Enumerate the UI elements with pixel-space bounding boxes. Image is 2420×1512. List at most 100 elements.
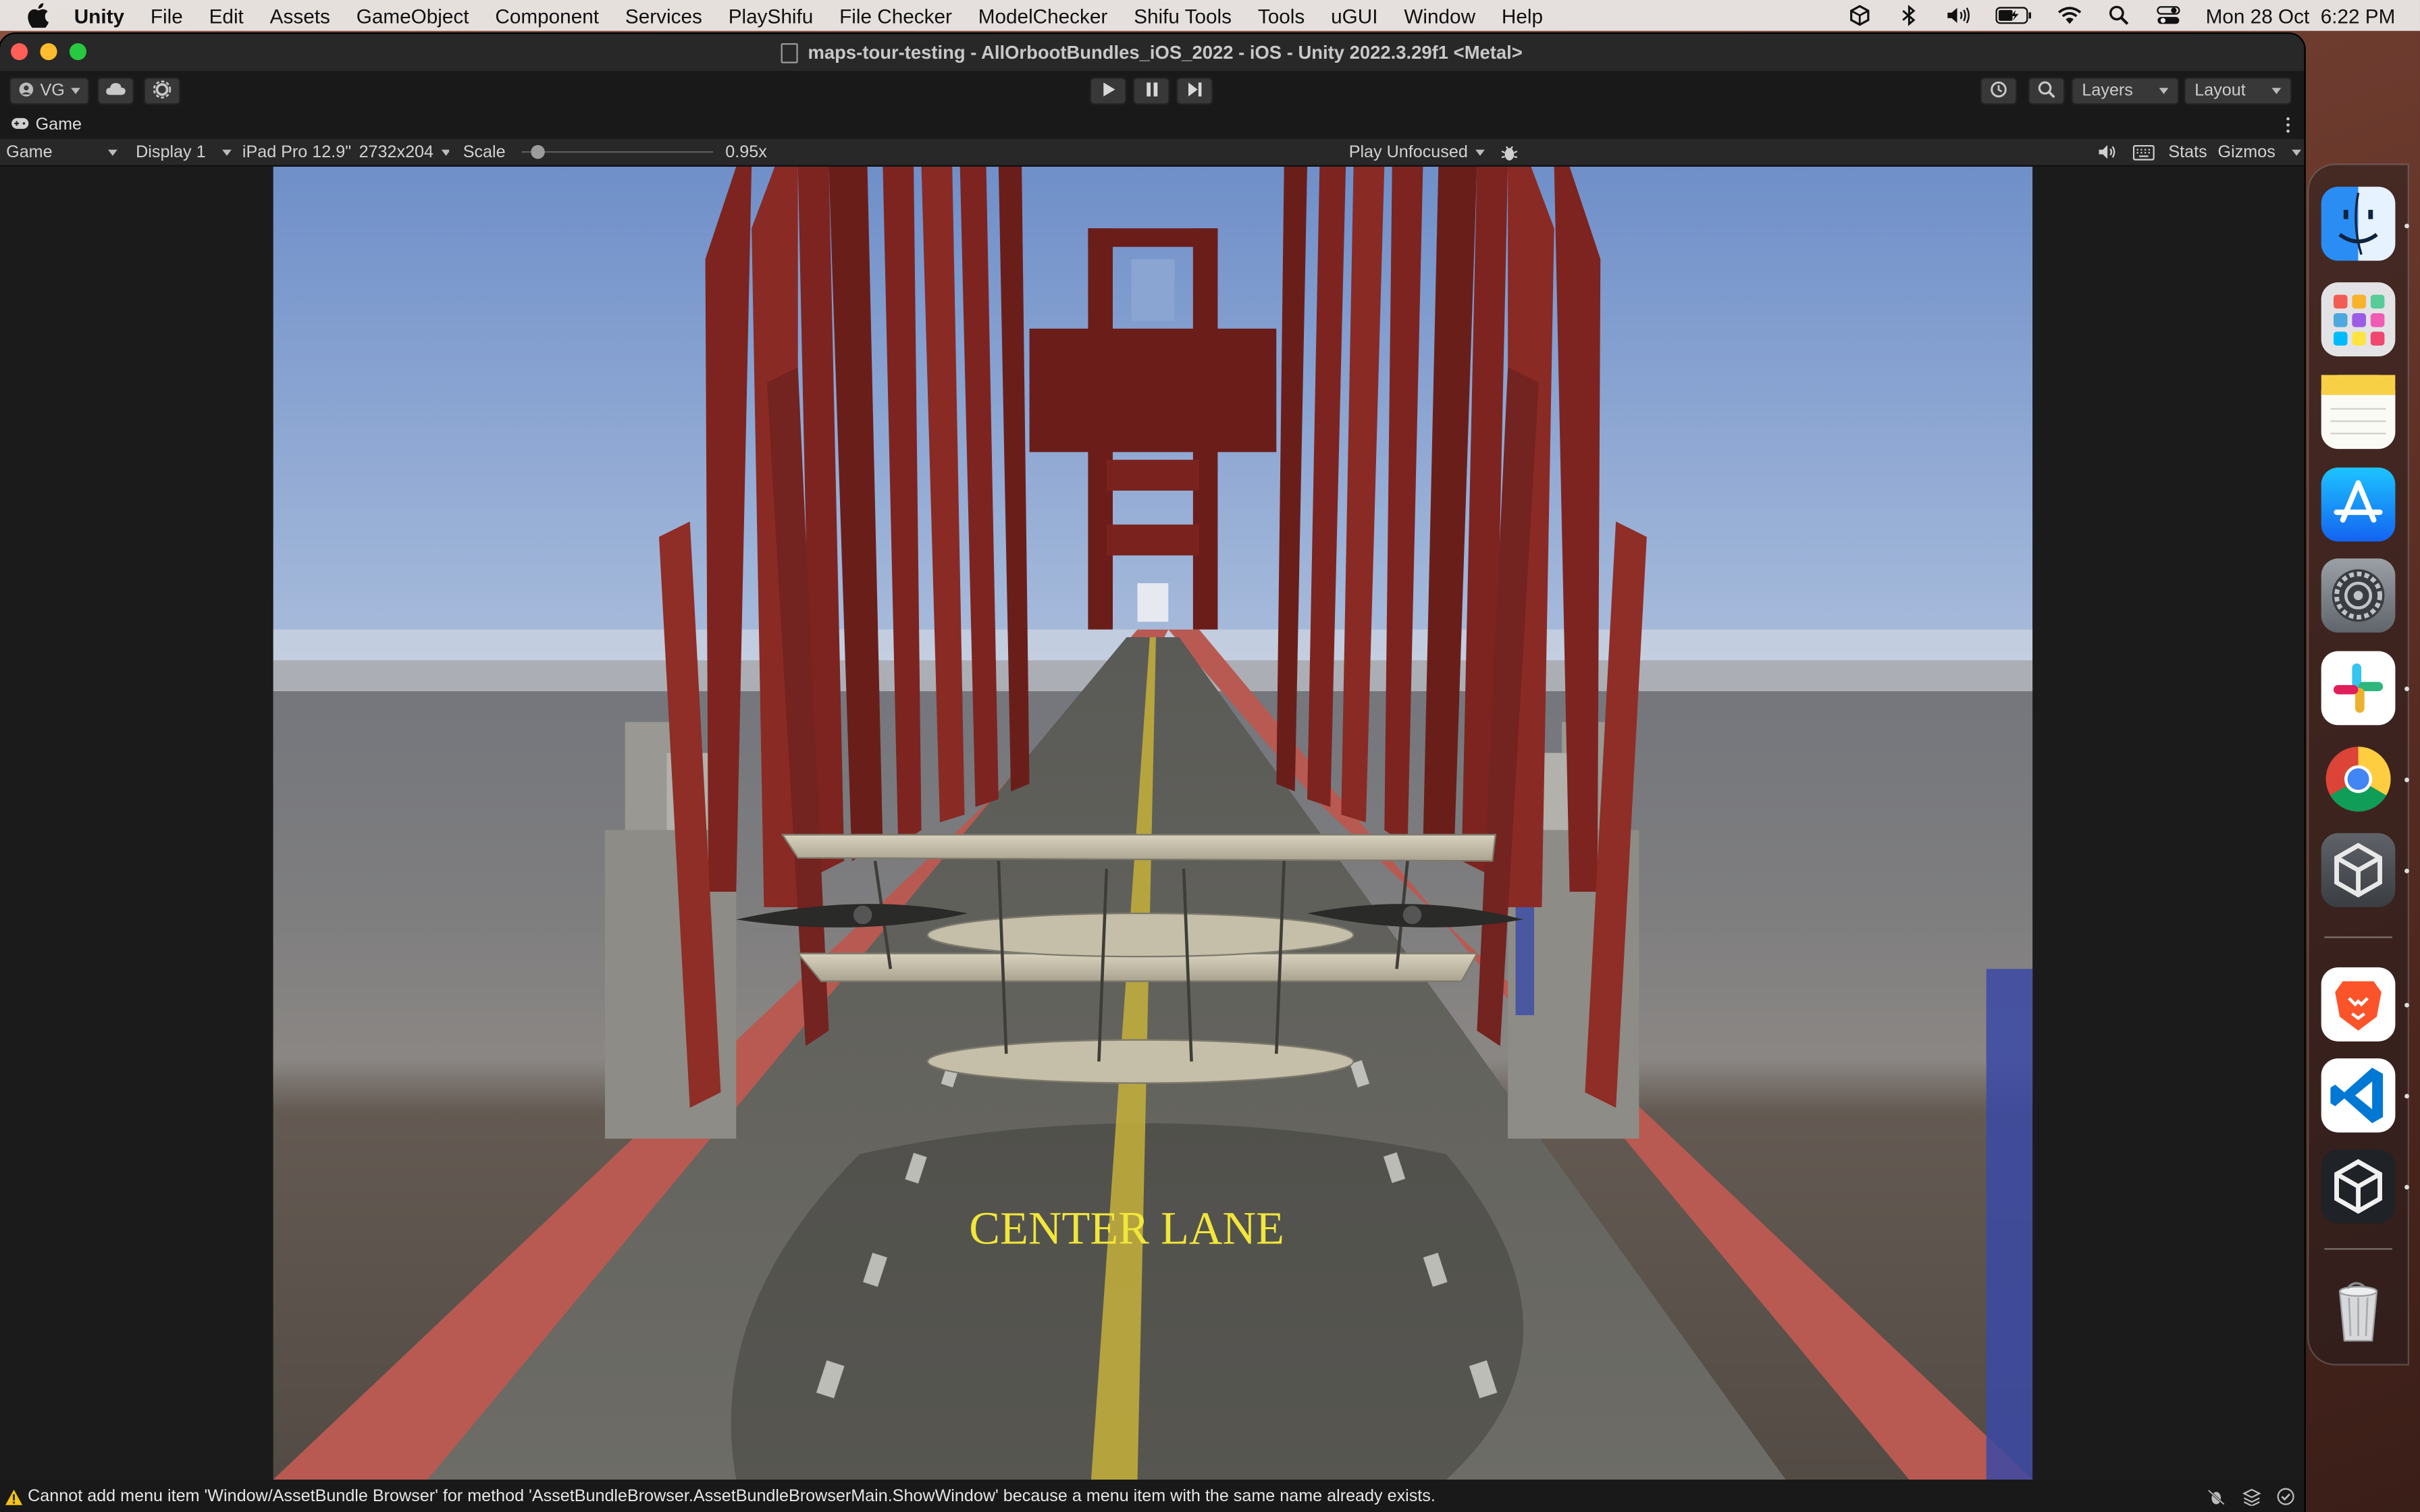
view-mode-label: Game <box>6 142 53 161</box>
mac-dock <box>2307 163 2409 1366</box>
resolution-dropdown[interactable]: iPad Pro 12.9" 2732x204 <box>242 139 450 165</box>
bridge-scene-image: CENTER LANE <box>273 166 2033 1480</box>
unity-editor-window: maps-tour-testing - AllOrbootBundles_iOS… <box>0 34 2305 1512</box>
progress-stack-icon[interactable] <box>2242 1487 2261 1510</box>
minimize-window-button[interactable] <box>40 43 57 61</box>
account-avatar-icon <box>19 81 34 101</box>
gizmos-label: Gizmos <box>2217 142 2276 161</box>
stats-toggle[interactable]: Stats <box>2168 139 2207 165</box>
tab-options-kebab-icon[interactable] <box>2286 115 2290 134</box>
menubar-clock[interactable]: Mon 28 Oct 6:22 PM <box>2206 4 2396 27</box>
menu-file-checker[interactable]: File Checker <box>839 4 952 27</box>
game-view-viewport[interactable]: CENTER LANE <box>0 166 2305 1480</box>
collab-settings-button[interactable] <box>143 77 181 105</box>
step-icon <box>1187 81 1203 101</box>
volume-icon[interactable] <box>1947 5 1972 26</box>
menu-ugui[interactable]: uGUI <box>1331 4 1377 27</box>
control-center-icon[interactable] <box>2156 5 2181 26</box>
zoom-window-button[interactable] <box>69 43 86 61</box>
play-button[interactable] <box>1089 77 1127 105</box>
pause-button[interactable] <box>1132 77 1170 105</box>
history-icon <box>1989 80 2007 103</box>
gamepad-icon <box>11 115 29 134</box>
wifi-icon[interactable] <box>2057 5 2082 26</box>
menu-app-unity[interactable]: Unity <box>74 4 124 27</box>
account-dropdown[interactable]: VG <box>9 77 90 105</box>
tab-game-label: Game <box>35 115 82 134</box>
layers-label: Layers <box>2082 82 2133 101</box>
menu-component[interactable]: Component <box>495 4 599 27</box>
view-mode-dropdown[interactable]: Game <box>6 139 117 165</box>
window-title-bar: maps-tour-testing - AllOrbootBundles_iOS… <box>0 34 2305 72</box>
running-indicator <box>2404 686 2409 691</box>
system-settings-icon[interactable] <box>2321 558 2396 633</box>
game-scene-render: CENTER LANE <box>273 166 2033 1480</box>
unity-hub-icon[interactable] <box>2321 833 2396 907</box>
display-label: Display 1 <box>136 142 206 161</box>
bug-report-icon[interactable] <box>1500 139 1519 165</box>
launchpad-icon[interactable] <box>2321 282 2396 356</box>
scale-slider[interactable] <box>515 139 716 165</box>
tab-game[interactable]: Game <box>0 115 82 134</box>
display-dropdown[interactable]: Display 1 <box>136 139 232 165</box>
undo-history-button[interactable] <box>1980 77 2018 105</box>
cloud-button[interactable] <box>97 77 134 105</box>
finder-icon[interactable] <box>2321 186 2396 261</box>
scale-label: Scale <box>463 142 506 161</box>
spotlight-search-icon[interactable] <box>2107 5 2132 26</box>
play-focus-dropdown[interactable]: Play Unfocused <box>1349 139 1488 165</box>
game-view-toolbar: Game Display 1 iPad Pro 12.9" 2732x204 S… <box>0 138 2305 167</box>
scale-slider-track <box>521 151 713 153</box>
step-button[interactable] <box>1176 77 1213 105</box>
menu-assets[interactable]: Assets <box>270 4 330 27</box>
menu-file[interactable]: File <box>151 4 183 27</box>
close-window-button[interactable] <box>10 43 28 61</box>
running-indicator <box>2404 777 2409 782</box>
chevron-down-icon <box>2271 88 2282 94</box>
check-circle-icon[interactable] <box>2276 1487 2294 1510</box>
layers-dropdown[interactable]: Layers <box>2071 77 2180 105</box>
pause-icon <box>1145 81 1159 101</box>
menu-modelchecker[interactable]: ModelChecker <box>978 4 1108 27</box>
scale-slider-thumb[interactable] <box>530 144 545 159</box>
search-button[interactable] <box>2028 77 2066 105</box>
menu-tools[interactable]: Tools <box>1258 4 1305 27</box>
menu-help[interactable]: Help <box>1502 4 1543 27</box>
mute-audio-icon[interactable] <box>2097 139 2115 165</box>
bluetooth-icon[interactable] <box>1897 5 1922 26</box>
scale-value: 0.95x <box>725 142 767 161</box>
play-icon <box>1101 81 1115 101</box>
apple-menu-icon[interactable] <box>25 3 53 28</box>
trash-icon[interactable] <box>2321 1273 2396 1347</box>
menu-services[interactable]: Services <box>625 4 702 27</box>
resolution-label: 2732x204 <box>359 142 434 161</box>
gizmos-dropdown[interactable]: Gizmos <box>2218 139 2301 165</box>
running-indicator <box>2404 868 2409 873</box>
running-indicator <box>2404 1094 2409 1099</box>
center-lane-label: CENTER LANE <box>969 1202 1284 1253</box>
status-message: Cannot add menu item 'Window/AssetBundle… <box>28 1487 1436 1506</box>
brave-icon[interactable] <box>2321 967 2396 1042</box>
chevron-down-icon <box>2159 88 2169 94</box>
document-icon <box>781 42 799 63</box>
menu-shifu-tools[interactable]: Shifu Tools <box>1134 4 1232 27</box>
console-status-bar[interactable]: Cannot add menu item 'Window/AssetBundle… <box>0 1481 2305 1512</box>
traffic-lights <box>10 43 86 61</box>
unity-icon[interactable] <box>2321 1149 2396 1224</box>
app-store-icon[interactable] <box>2321 467 2396 542</box>
notes-icon[interactable] <box>2321 375 2396 450</box>
menu-playshifu[interactable]: PlayShifu <box>729 4 814 27</box>
chrome-icon[interactable] <box>2321 742 2396 816</box>
vscode-icon[interactable] <box>2321 1058 2396 1133</box>
cloud-icon <box>105 82 126 100</box>
slack-icon[interactable] <box>2321 651 2396 726</box>
debug-mode-icon[interactable] <box>2207 1487 2226 1510</box>
layout-dropdown[interactable]: Layout <box>2184 77 2292 105</box>
menu-window[interactable]: Window <box>1404 4 1475 27</box>
menu-edit[interactable]: Edit <box>209 4 244 27</box>
unity-status-icon[interactable] <box>1847 5 1872 26</box>
battery-icon[interactable] <box>1995 5 2033 26</box>
keyboard-shortcuts-icon[interactable] <box>2132 139 2155 165</box>
menu-gameobject[interactable]: GameObject <box>357 4 469 27</box>
chevron-down-icon <box>441 148 450 155</box>
